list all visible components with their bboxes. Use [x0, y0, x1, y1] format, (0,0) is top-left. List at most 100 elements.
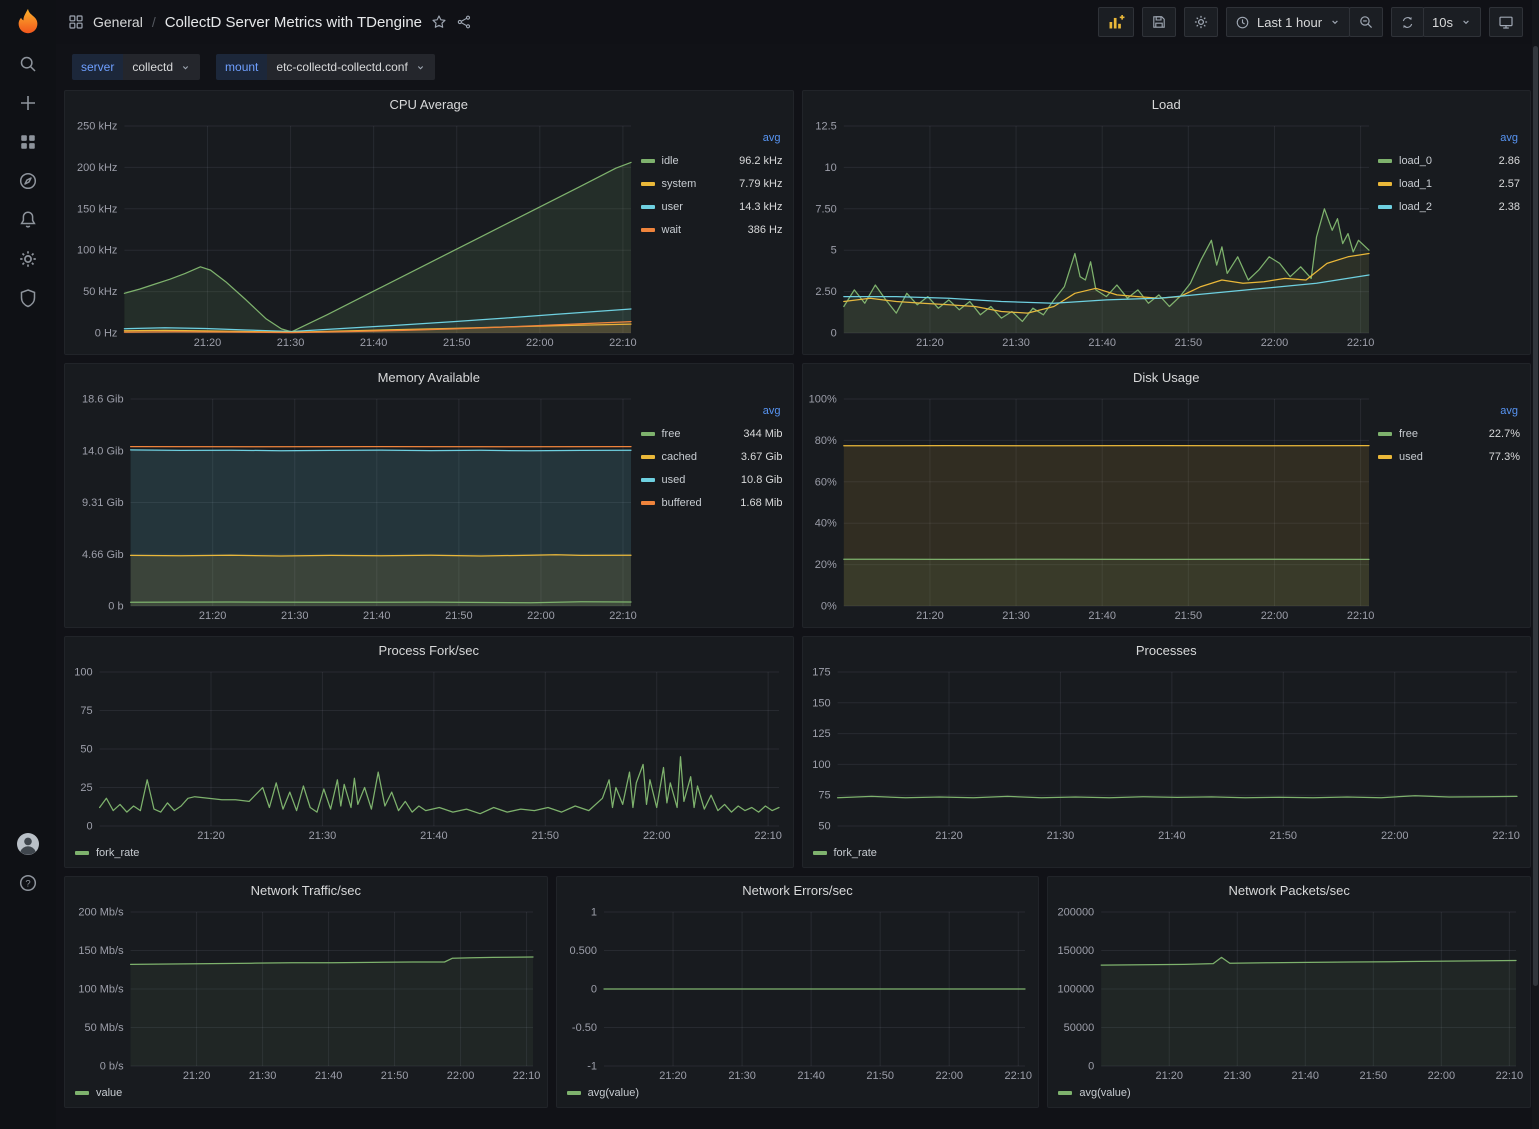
alerting-bell-icon[interactable]	[6, 200, 50, 239]
processes-legend: fork_rate	[807, 843, 1525, 863]
load-chart[interactable]: 21:2021:3021:4021:5022:0022:1002.5057.50…	[807, 118, 1377, 350]
x-axis-label: 21:20	[194, 337, 222, 349]
dashboard-settings-button[interactable]	[1184, 7, 1218, 37]
chart-canvas[interactable]: 21:2021:3021:4021:5022:0022:105075100125…	[807, 664, 1525, 843]
star-icon[interactable]	[431, 14, 447, 30]
y-axis-label: 0 b/s	[100, 1061, 124, 1073]
refresh-button[interactable]	[1391, 7, 1424, 37]
panel-title[interactable]: Memory Available	[65, 364, 793, 391]
legend-series-name: cached	[662, 451, 697, 463]
refresh-interval-picker[interactable]: 10s	[1423, 7, 1481, 37]
memory-available-chart[interactable]: 21:2021:3021:4021:5022:0022:100 b4.66 Gi…	[69, 391, 639, 623]
scrollbar-thumb[interactable]	[1533, 46, 1538, 986]
legend-item-load_2[interactable]: load_22.38	[1378, 195, 1520, 218]
zoom-out-button[interactable]	[1349, 7, 1383, 37]
x-axis-label: 21:20	[916, 610, 944, 622]
dashboards-icon[interactable]	[6, 122, 50, 161]
panel-title[interactable]: Network Traffic/sec	[65, 877, 547, 904]
panel-title[interactable]: Disk Usage	[803, 364, 1531, 391]
panel-cpu-average: CPU Average 21:2021:3021:4021:5022:0022:…	[64, 90, 794, 355]
chart-canvas[interactable]: 21:2021:3021:4021:5022:0022:100 b/s50 Mb…	[69, 904, 541, 1083]
scrollbar[interactable]	[1532, 0, 1539, 1129]
panel-title[interactable]: Process Fork/sec	[65, 637, 793, 664]
svg-text:?: ?	[25, 878, 30, 889]
legend-item-free[interactable]: free344 Mib	[641, 422, 783, 445]
legend-swatch	[75, 851, 89, 855]
variable-server-value-dropdown[interactable]: collectd	[123, 54, 200, 80]
legend-item-cached[interactable]: cached3.67 Gib	[641, 445, 783, 468]
chart-canvas[interactable]: 21:2021:3021:4021:5022:0022:1002.5057.50…	[807, 118, 1377, 350]
y-axis-label: 18.6 Gib	[82, 394, 124, 406]
chart-canvas[interactable]: 21:2021:3021:4021:5022:0022:100%20%40%60…	[807, 391, 1377, 623]
panel-title[interactable]: Network Errors/sec	[557, 877, 1039, 904]
chart-canvas[interactable]: 21:2021:3021:4021:5022:0022:100255075100	[69, 664, 787, 843]
legend-item-system[interactable]: system7.79 kHz	[641, 172, 783, 195]
legend-item-used[interactable]: used10.8 Gib	[641, 468, 783, 491]
chart-canvas[interactable]: 21:2021:3021:4021:5022:0022:100 Hz50 kHz…	[69, 118, 639, 350]
variable-mount-value-dropdown[interactable]: etc-collectd-collectd.conf	[267, 54, 434, 80]
legend-item-value[interactable]: value	[75, 1083, 122, 1103]
network-traffic-chart[interactable]: 21:2021:3021:4021:5022:0022:100 b/s50 Mb…	[69, 904, 541, 1083]
breadcrumb-folder[interactable]: General	[93, 14, 143, 30]
panel-load: Load 21:2021:3021:4021:5022:0022:1002.50…	[802, 90, 1532, 355]
y-axis-label: 50	[80, 744, 92, 756]
y-axis-label: 150 Mb/s	[78, 945, 124, 957]
configuration-gear-icon[interactable]	[6, 239, 50, 278]
dashboard-title[interactable]: CollectD Server Metrics with TDengine	[165, 14, 422, 31]
share-icon[interactable]	[456, 14, 472, 30]
legend-item-avg(value)[interactable]: avg(value)	[1058, 1083, 1130, 1103]
legend-item-load_0[interactable]: load_02.86	[1378, 149, 1520, 172]
x-axis-label: 21:20	[935, 830, 963, 842]
legend-series-name: user	[662, 201, 683, 213]
panel-title[interactable]: Load	[803, 91, 1531, 118]
panel-memory-available: Memory Available 21:2021:3021:4021:5022:…	[64, 363, 794, 628]
legend-item-idle[interactable]: idle96.2 kHz	[641, 149, 783, 172]
time-range-picker[interactable]: Last 1 hour	[1226, 7, 1350, 37]
network-packets-chart[interactable]: 21:2021:3021:4021:5022:0022:100500001000…	[1052, 904, 1524, 1083]
legend-swatch	[75, 1091, 89, 1095]
user-avatar[interactable]	[6, 824, 50, 863]
legend-item-user[interactable]: user14.3 kHz	[641, 195, 783, 218]
x-axis-label: 21:20	[199, 610, 227, 622]
network-packets-legend: avg(value)	[1052, 1083, 1524, 1103]
legend-swatch	[641, 432, 655, 436]
series-area-avg(value)	[1102, 957, 1517, 1066]
legend-item-wait[interactable]: wait386 Hz	[641, 218, 783, 241]
legend-item-load_1[interactable]: load_12.57	[1378, 172, 1520, 195]
create-plus-icon[interactable]	[6, 83, 50, 122]
explore-compass-icon[interactable]	[6, 161, 50, 200]
save-dashboard-button[interactable]	[1142, 7, 1176, 37]
legend-item-used[interactable]: used77.3%	[1378, 445, 1520, 468]
x-axis-label: 21:40	[1088, 337, 1116, 349]
cycle-view-mode-button[interactable]	[1489, 7, 1523, 37]
server-admin-shield-icon[interactable]	[6, 278, 50, 317]
network-errors-legend: avg(value)	[561, 1083, 1033, 1103]
network-traffic-legend: value	[69, 1083, 541, 1103]
panel-title[interactable]: Processes	[803, 637, 1531, 664]
chart-canvas[interactable]: 21:2021:3021:4021:5022:0022:100 b4.66 Gi…	[69, 391, 639, 623]
process-fork-legend: fork_rate	[69, 843, 787, 863]
y-axis-label: 75	[80, 705, 92, 717]
disk-usage-chart[interactable]: 21:2021:3021:4021:5022:0022:100%20%40%60…	[807, 391, 1377, 623]
grafana-logo[interactable]	[6, 0, 50, 44]
legend-item-fork_rate[interactable]: fork_rate	[75, 843, 139, 863]
process-fork-chart[interactable]: 21:2021:3021:4021:5022:0022:100255075100	[69, 664, 787, 843]
cpu-average-chart[interactable]: 21:2021:3021:4021:5022:0022:100 Hz50 kHz…	[69, 118, 639, 350]
dashboard-grid-icon	[68, 14, 84, 30]
network-errors-chart[interactable]: 21:2021:3021:4021:5022:0022:10-1-0.5000.…	[561, 904, 1033, 1083]
chart-canvas[interactable]: 21:2021:3021:4021:5022:0022:10-1-0.5000.…	[561, 904, 1033, 1083]
legend-item-buffered[interactable]: buffered1.68 Mib	[641, 491, 783, 514]
legend-item-avg(value)[interactable]: avg(value)	[567, 1083, 639, 1103]
processes-chart[interactable]: 21:2021:3021:4021:5022:0022:105075100125…	[807, 664, 1525, 843]
help-icon[interactable]: ?	[6, 863, 50, 902]
y-axis-label: 20%	[814, 559, 836, 571]
chart-canvas[interactable]: 21:2021:3021:4021:5022:0022:100500001000…	[1052, 904, 1524, 1083]
y-axis-label: 9.31 Gib	[82, 497, 124, 509]
legend-item-fork_rate[interactable]: fork_rate	[813, 843, 877, 863]
search-icon[interactable]	[6, 44, 50, 83]
legend-swatch	[641, 478, 655, 482]
panel-title[interactable]: Network Packets/sec	[1048, 877, 1530, 904]
legend-item-free[interactable]: free22.7%	[1378, 422, 1520, 445]
add-panel-button[interactable]	[1098, 7, 1134, 37]
panel-title[interactable]: CPU Average	[65, 91, 793, 118]
